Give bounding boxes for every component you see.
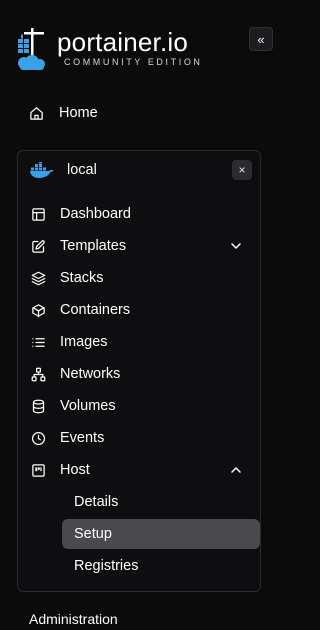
brand-subtitle: COMMUNITY EDITION [64, 57, 203, 67]
layers-icon [30, 270, 46, 286]
clock-icon [30, 430, 46, 446]
nav-item-label: Host [60, 462, 90, 478]
nav-item-dashboard[interactable]: Dashboard [30, 198, 250, 230]
database-icon [30, 398, 46, 414]
host-icon [30, 462, 46, 478]
nav-item-label: Containers [60, 302, 131, 318]
nav-item-label: Events [60, 430, 105, 446]
close-environment-button[interactable]: × [232, 160, 252, 180]
nav-item-label: Images [60, 334, 108, 350]
section-title-administration: Administration [29, 611, 118, 627]
subnav-item-label: Setup [74, 526, 112, 542]
edit-icon [30, 238, 46, 254]
chevron-down-icon[interactable] [228, 238, 244, 254]
network-icon [30, 366, 46, 382]
subnav-item-label: Registries [74, 558, 139, 574]
subnav-item-setup[interactable]: Setup [62, 519, 260, 549]
docker-icon [30, 162, 54, 178]
nav-item-events[interactable]: Events [30, 422, 250, 454]
nav-item-templates[interactable]: Templates [30, 230, 250, 262]
nav-item-volumes[interactable]: Volumes [30, 390, 250, 422]
portainer-logo[interactable]: portainer.io COMMUNITY EDITION [14, 26, 244, 76]
nav-item-images[interactable]: Images [30, 326, 250, 358]
nav-item-label: Networks [60, 366, 121, 382]
home-icon [28, 105, 44, 121]
environment-header[interactable]: local [30, 154, 97, 186]
nav-item-label: Home [59, 105, 98, 121]
chevron-up-icon[interactable] [228, 462, 244, 478]
nav-item-label: Templates [60, 238, 127, 254]
nav-item-networks[interactable]: Networks [30, 358, 250, 390]
subnav-item-registries[interactable]: Registries [62, 551, 260, 581]
nav-item-label: Dashboard [60, 206, 131, 222]
portainer-logo-icon [14, 26, 50, 74]
subnav-item-details[interactable]: Details [62, 487, 260, 517]
collapse-sidebar-button[interactable]: « [249, 27, 273, 51]
environment-name: local [67, 162, 97, 178]
chevrons-left-icon: « [257, 31, 265, 47]
brand-title: portainer.io [57, 27, 189, 57]
nav-item-stacks[interactable]: Stacks [30, 262, 250, 294]
subnav-item-label: Details [74, 494, 119, 510]
box-icon [30, 302, 46, 318]
close-icon: × [238, 163, 246, 177]
nav-item-host[interactable]: Host [30, 454, 250, 486]
nav-item-label: Volumes [60, 398, 116, 414]
list-icon [30, 334, 46, 350]
sidebar: portainer.io COMMUNITY EDITION « Home lo… [0, 0, 279, 630]
dashboard-icon [30, 206, 46, 222]
nav-item-home[interactable]: Home [28, 97, 258, 129]
nav-item-label: Stacks [60, 270, 104, 286]
nav-item-containers[interactable]: Containers [30, 294, 250, 326]
